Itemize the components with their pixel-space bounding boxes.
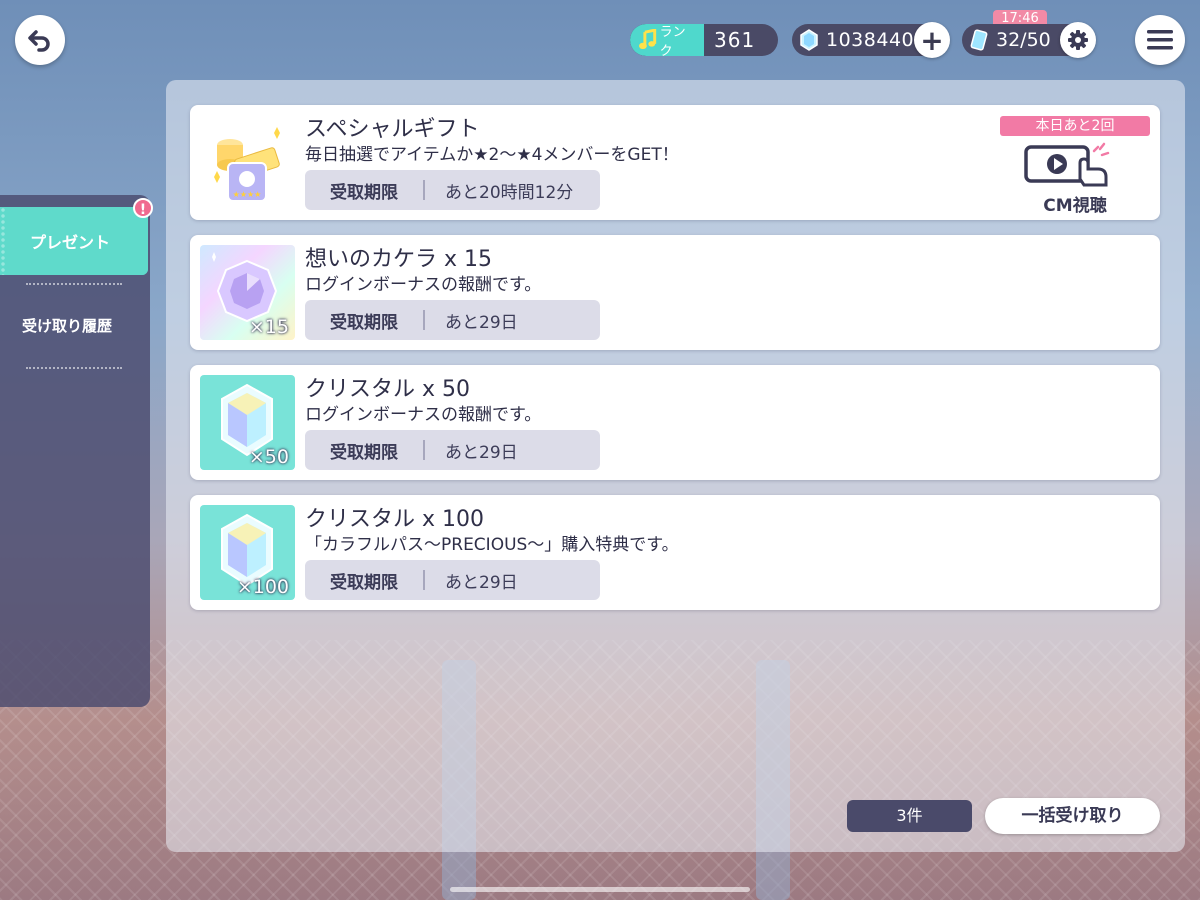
plus-icon: + <box>920 23 944 57</box>
special-gift-title: スペシャルギフト <box>305 117 480 142</box>
item-quantity: ×50 <box>248 446 289 468</box>
present-item[interactable]: ×15 想いのカケラ x 15 ログインボーナスの報酬です。 受取期限 あと29… <box>190 235 1160 350</box>
item-title: クリスタル x 50 <box>305 377 471 402</box>
menu-button[interactable] <box>1135 15 1185 65</box>
sidebar-divider <box>26 367 122 369</box>
item-quantity: ×100 <box>236 576 289 598</box>
sidebar-item-present[interactable]: プレゼント <box>0 207 148 275</box>
deadline-value: あと20時間12分 <box>445 182 574 203</box>
sidebar-item-label: 受け取り履歴 <box>22 317 113 335</box>
deadline-value: あと29日 <box>445 572 518 593</box>
crystal-icon: ×100 <box>200 505 295 600</box>
rank-badge: ランク <box>630 24 704 56</box>
deadline-box: 受取期限 あと29日 <box>305 560 600 600</box>
svg-text:★★★★: ★★★★ <box>233 190 262 199</box>
live-ticket-icon <box>970 29 988 51</box>
back-arrow-icon <box>28 30 50 52</box>
notification-badge: ! <box>133 198 153 218</box>
item-description: ログインボーナスの報酬です。 <box>305 405 542 425</box>
stamina-value: 32/50 <box>996 29 1051 51</box>
item-title: 想いのカケラ x 15 <box>305 247 493 272</box>
crystal-icon: ×50 <box>200 375 295 470</box>
deadline-box: 受取期限 あと29日 <box>305 430 600 470</box>
item-description: ログインボーナスの報酬です。 <box>305 275 542 295</box>
watch-cm-label: CM視聴 <box>1043 196 1107 216</box>
item-quantity: ×15 <box>248 316 289 338</box>
item-title: クリスタル x 100 <box>305 507 484 532</box>
gift-icon: ★★★★ <box>200 115 295 210</box>
deadline-value: あと29日 <box>445 312 518 333</box>
deadline-label: 受取期限 <box>330 572 398 593</box>
crystal-icon <box>800 29 818 51</box>
special-gift-card[interactable]: ★★★★ スペシャルギフト 毎日抽選でアイテムか★2〜★4メンバーをGET！ 受… <box>190 105 1160 220</box>
gift-items-icon: ★★★★ <box>214 127 280 202</box>
deadline-label: 受取期限 <box>330 442 398 463</box>
gear-icon <box>1068 30 1088 50</box>
sidebar-item-label: プレゼント <box>30 233 111 252</box>
present-item[interactable]: ×50 クリスタル x 50 ログインボーナスの報酬です。 受取期限 あと29日 <box>190 365 1160 480</box>
deadline-box: 受取期限 あと29日 <box>305 300 600 340</box>
sidebar-divider <box>26 283 122 285</box>
back-button[interactable] <box>15 15 65 65</box>
deadline-box: 受取期限 あと20時間12分 <box>305 170 600 210</box>
hamburger-icon <box>1147 30 1173 50</box>
claim-all-button[interactable]: 一括受け取り <box>985 798 1160 834</box>
video-play-icon <box>1024 142 1110 187</box>
item-description: 「カラフルパス〜PRECIOUS〜」購入特典です。 <box>305 535 679 555</box>
music-note-icon <box>638 29 657 50</box>
sidebar: プレゼント ! 受け取り履歴 <box>0 195 153 707</box>
crystal-count: 1038440 <box>826 29 915 51</box>
home-indicator[interactable] <box>450 887 750 892</box>
deadline-label: 受取期限 <box>330 182 398 203</box>
deadline-value: あと29日 <box>445 442 518 463</box>
rank-display: ランク 361 <box>630 24 778 56</box>
rank-value: 361 <box>714 28 756 52</box>
sidebar-item-history[interactable]: 受け取り履歴 <box>22 315 112 336</box>
present-item[interactable]: ×100 クリスタル x 100 「カラフルパス〜PRECIOUS〜」購入特典で… <box>190 495 1160 610</box>
watch-cm-button[interactable]: CM視聴 <box>1020 141 1130 217</box>
settings-button[interactable] <box>1060 22 1096 58</box>
kakera-gem-icon: ×15 <box>200 245 295 340</box>
add-crystal-button[interactable]: + <box>914 22 950 58</box>
deadline-label: 受取期限 <box>330 312 398 333</box>
present-count: 3件 <box>847 800 972 832</box>
rank-label: ランク <box>659 25 686 56</box>
daily-remaining-badge: 本日あと2回 <box>1000 116 1150 136</box>
special-gift-description: 毎日抽選でアイテムか★2〜★4メンバーをGET！ <box>305 145 679 165</box>
